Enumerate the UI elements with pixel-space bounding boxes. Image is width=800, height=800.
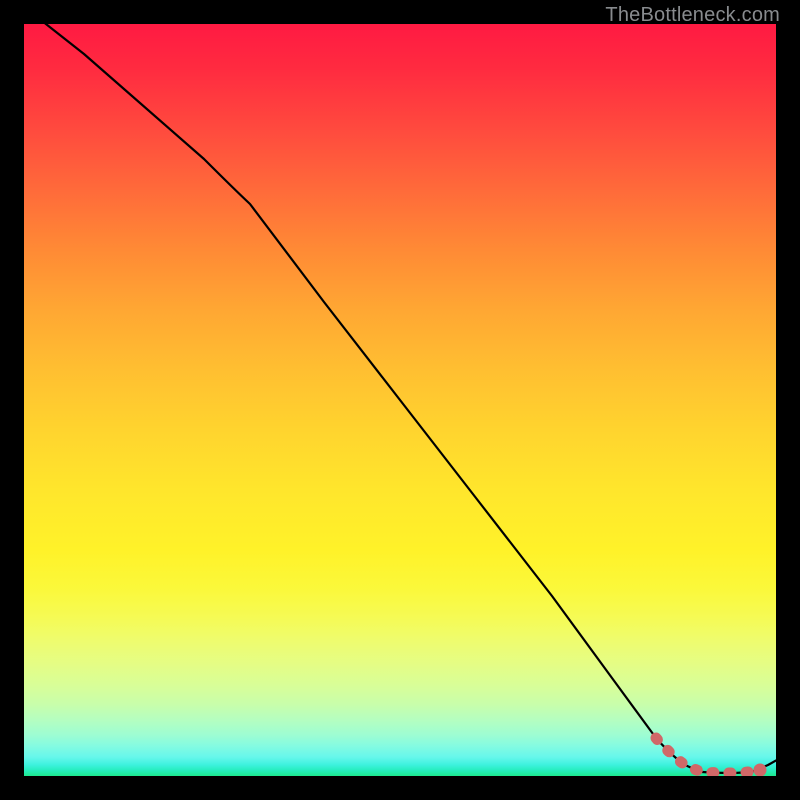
plot-area — [24, 24, 776, 776]
heat-gradient-background — [24, 24, 776, 776]
watermark-text: TheBottleneck.com — [605, 4, 780, 27]
chart-frame: TheBottleneck.com — [0, 0, 800, 800]
